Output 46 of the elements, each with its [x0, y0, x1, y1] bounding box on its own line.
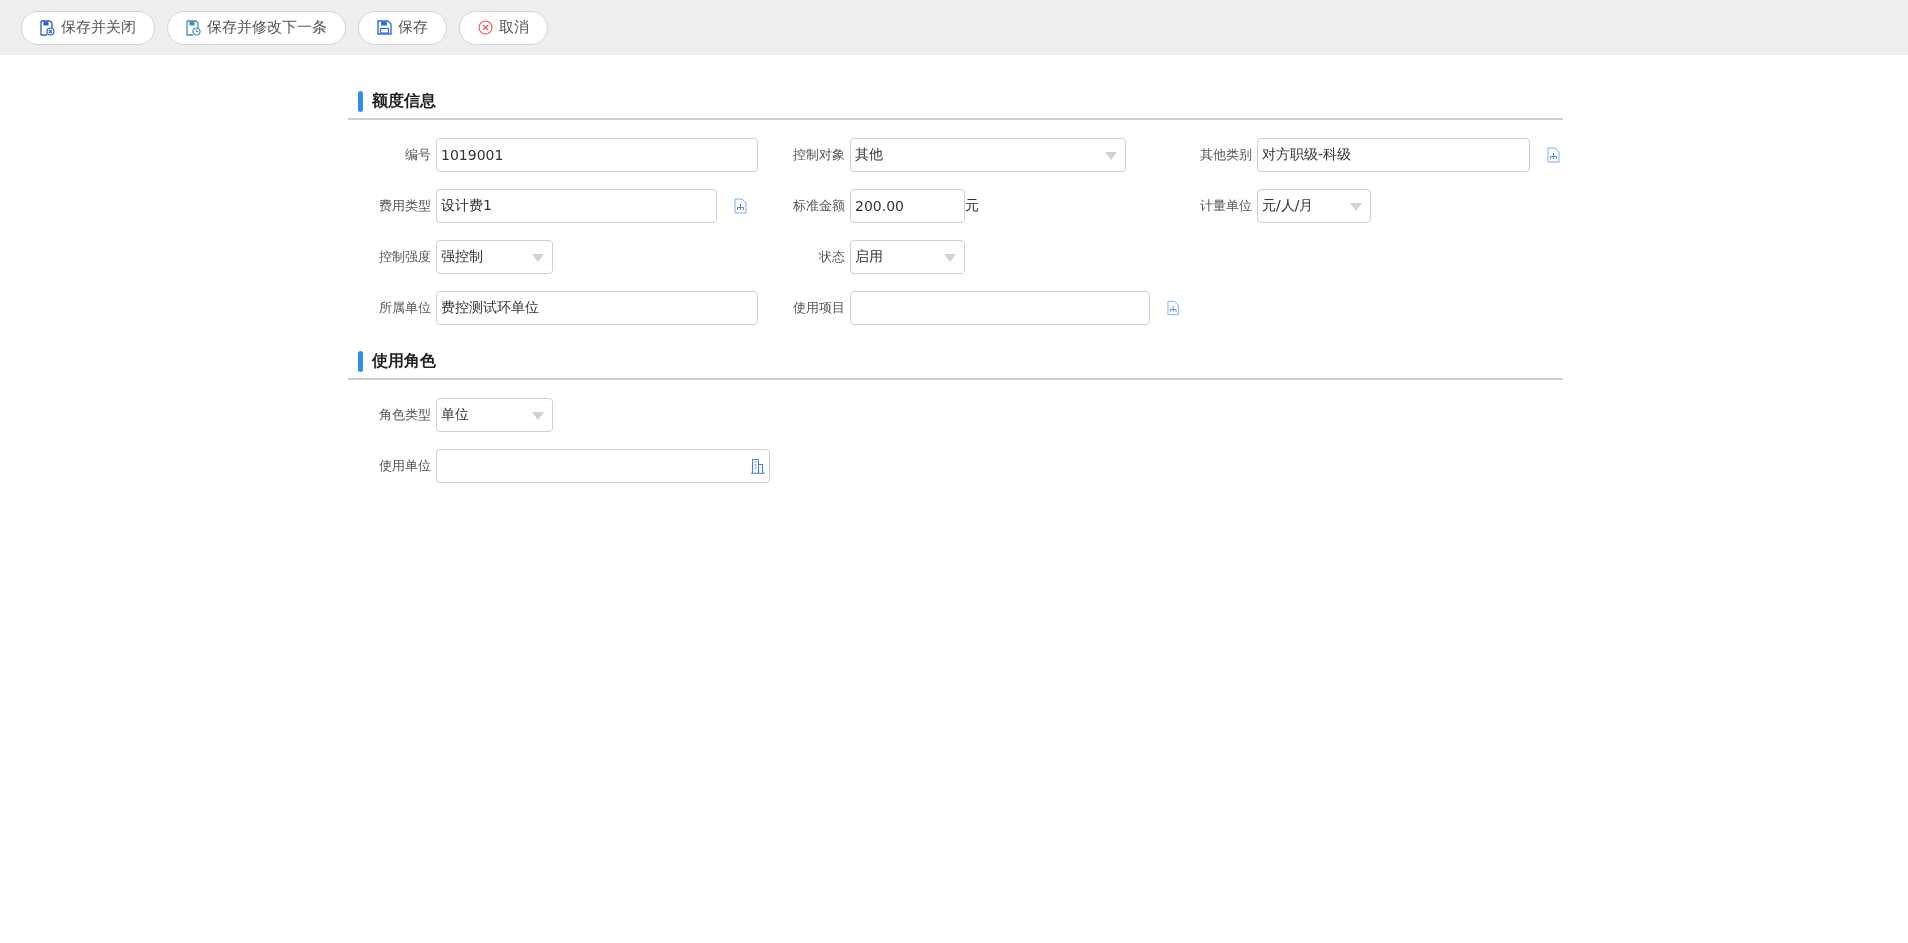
toolbar-button[interactable]: 保存并修改下一条 — [167, 10, 346, 45]
save-close-icon — [40, 19, 55, 36]
dropdown-field[interactable]: 单位 — [436, 398, 553, 432]
section-title: 额度信息 — [372, 91, 436, 112]
save-clock-icon — [186, 19, 201, 36]
field-label: 编号 — [404, 146, 431, 164]
tree-document-icon[interactable] — [1547, 147, 1560, 163]
field-label: 使用项目 — [792, 299, 845, 317]
text-field[interactable]: 1019001 — [436, 138, 758, 172]
field-label: 角色类型 — [378, 406, 431, 424]
field-label: 使用单位 — [378, 457, 431, 475]
field-label: 费用类型 — [378, 197, 431, 215]
text-field[interactable]: 费控测试环单位 — [436, 291, 758, 325]
save-icon — [377, 20, 392, 35]
org-picker-field[interactable] — [436, 449, 770, 483]
dropdown-arrow-icon — [1105, 152, 1117, 160]
dropdown-field[interactable]: 启用 — [850, 240, 965, 274]
building-icon[interactable] — [751, 458, 765, 474]
toolbar-button[interactable]: 取消 — [459, 10, 548, 45]
dropdown-arrow-icon — [944, 254, 956, 262]
field-label: 计量单位 — [1199, 197, 1252, 215]
dropdown-arrow-icon — [532, 412, 544, 420]
text-field[interactable]: 200.00 — [850, 189, 965, 223]
field-label: 状态 — [818, 248, 845, 266]
tree-document-icon[interactable] — [734, 198, 747, 214]
field-label: 所属单位 — [378, 299, 431, 317]
lookup-field[interactable]: 设计费1 — [436, 189, 717, 223]
section-marker — [358, 351, 363, 372]
field-label: 控制强度 — [378, 248, 431, 266]
dropdown-field[interactable]: 其他 — [850, 138, 1126, 172]
field-label: 标准金额 — [792, 197, 845, 215]
close-icon — [478, 20, 493, 35]
field-label: 其他类别 — [1199, 146, 1252, 164]
lookup-field[interactable]: 对方职级-科级 — [1257, 138, 1530, 172]
dropdown-field[interactable]: 元/人/月 — [1257, 189, 1371, 223]
dropdown-arrow-icon — [1350, 203, 1362, 211]
lookup-field[interactable] — [850, 291, 1150, 325]
toolbar-button[interactable]: 保存并关闭 — [21, 10, 155, 45]
unit-label: 元 — [965, 197, 979, 215]
dropdown-field[interactable]: 强控制 — [436, 240, 553, 274]
section-title: 使用角色 — [372, 351, 436, 372]
field-label: 控制对象 — [792, 146, 845, 164]
toolbar-button[interactable]: 保存 — [358, 10, 447, 45]
dropdown-arrow-icon — [532, 254, 544, 262]
section-marker — [358, 91, 363, 112]
tree-document-icon[interactable] — [1166, 300, 1179, 316]
